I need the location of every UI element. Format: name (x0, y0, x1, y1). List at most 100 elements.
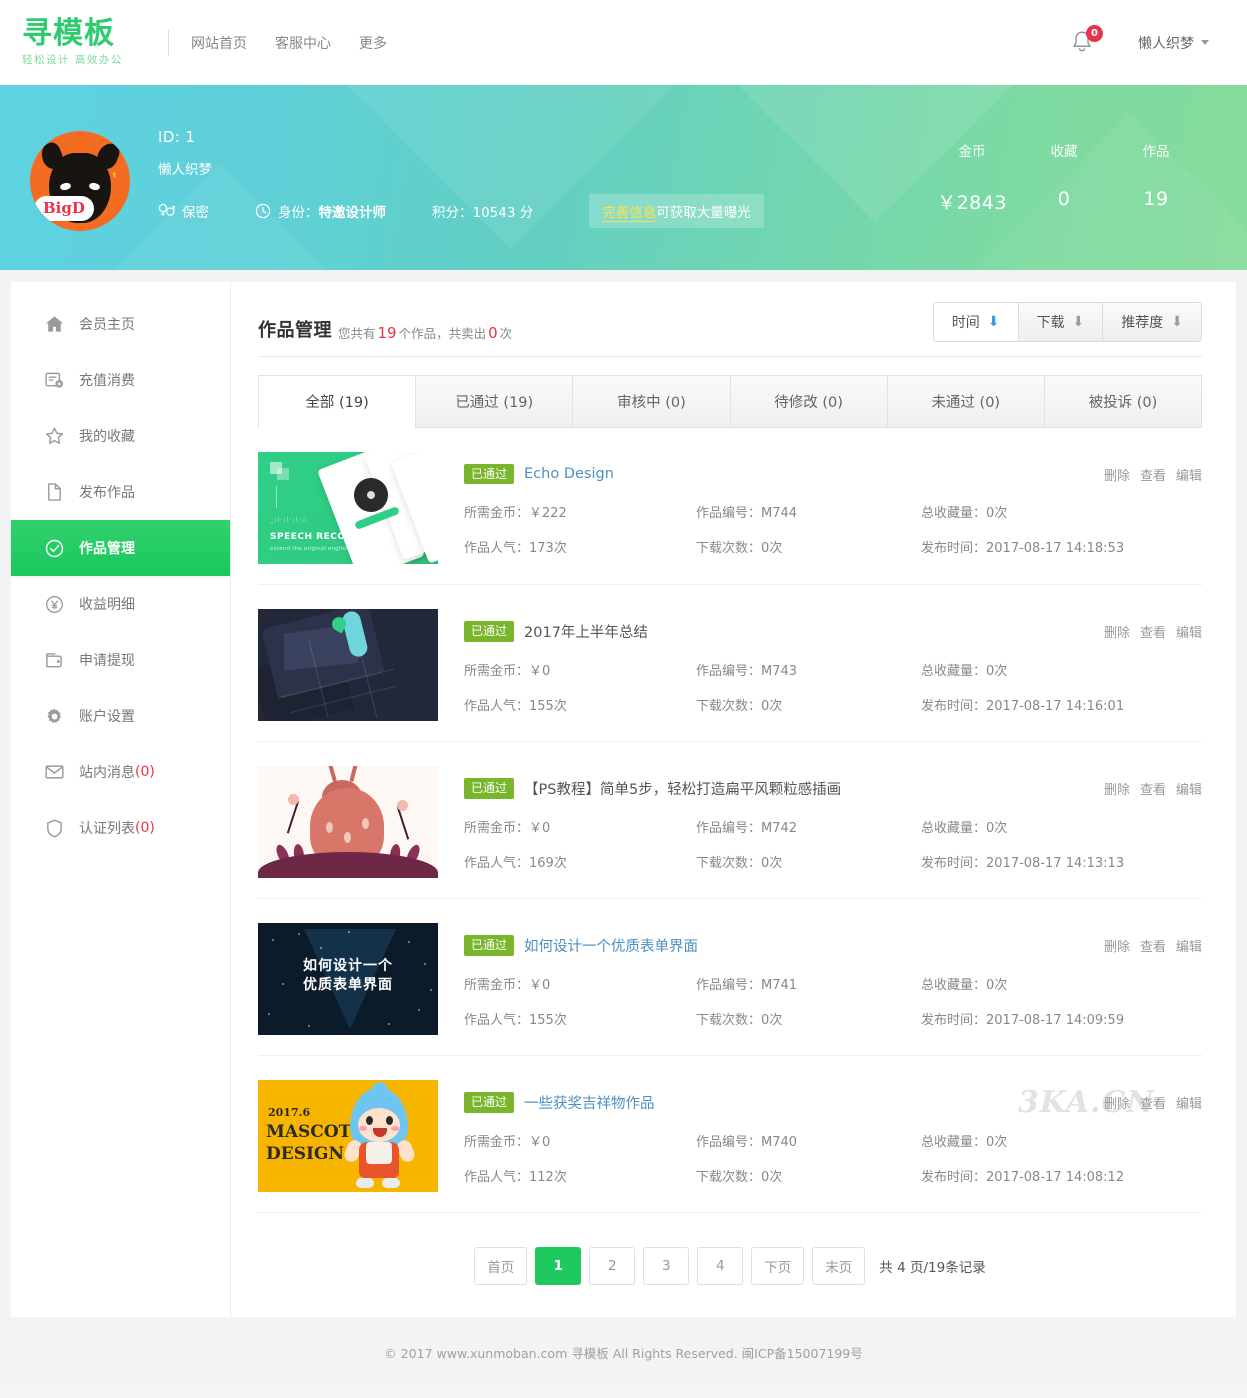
delete-button[interactable]: 删除 (1104, 622, 1130, 641)
work-thumbnail[interactable]: 如何设计一个 优质表单界面 (258, 923, 438, 1035)
stat-coins: 金币 ￥2843 (926, 140, 1018, 215)
sort-by-recommend-button[interactable]: 推荐度 ⬇ (1103, 303, 1201, 341)
sidebar-item-favorites[interactable]: 我的收藏 (11, 408, 230, 464)
sidebar-item-member-home[interactable]: 会员主页 (11, 296, 230, 352)
nav-item-service[interactable]: 客服中心 (275, 33, 331, 53)
table-row: 如何设计一个 优质表单界面 已通过 如何设计一个优质表单界面 删除 查看 编辑 (258, 899, 1202, 1056)
view-button[interactable]: 查看 (1140, 1093, 1166, 1112)
status-badge: 已通过 (464, 778, 515, 799)
shield-icon (41, 819, 67, 838)
status-badge: 已通过 (464, 464, 515, 485)
pagination-page-4[interactable]: 4 (697, 1247, 744, 1285)
gender-icon (158, 203, 175, 218)
nav-item-more[interactable]: 更多 (359, 33, 387, 53)
pagination-page-3[interactable]: 3 (643, 1247, 690, 1285)
sidebar-label: 作品管理 (79, 541, 135, 557)
edit-button[interactable]: 编辑 (1176, 1093, 1202, 1112)
top-right-group: 0 懒人织梦 (1070, 24, 1225, 57)
pagination-next[interactable]: 下页 (751, 1247, 805, 1285)
sidebar-item-works-management[interactable]: 作品管理 (11, 520, 230, 576)
logo-divider (168, 29, 169, 56)
sidebar-item-certification[interactable]: 认证列表 (0) (11, 800, 230, 856)
profile-stats: 金币 ￥2843 收藏 0 作品 19 (926, 140, 1212, 215)
pagination-info: 共 4 页/19条记录 (879, 1260, 986, 1276)
stat-favorites: 收藏 0 (1018, 140, 1110, 215)
edit-button[interactable]: 编辑 (1176, 622, 1202, 641)
arrow-down-icon: ⬇ (987, 314, 1000, 330)
work-title[interactable]: 【PS教程】简单5步，轻松打造扁平风颗粒感插画 (524, 778, 841, 799)
profile-gender-label: 保密 (182, 204, 209, 221)
edit-button[interactable]: 编辑 (1176, 465, 1202, 484)
thumb-year: 2017.6 (268, 1106, 311, 1119)
sidebar-label: 发布作品 (79, 485, 135, 501)
envelope-icon (41, 764, 67, 780)
view-button[interactable]: 查看 (1140, 936, 1166, 955)
main-panel: 作品管理 您共有 19 个作品，共卖出 0 次 时间 ⬇ 下载 ⬇ 推荐度 ⬇ … (231, 282, 1236, 1317)
avatar-bubble-text: BigD (34, 195, 94, 221)
sidebar-item-messages[interactable]: 站内消息 (0) (11, 744, 230, 800)
notification-bell-button[interactable]: 0 (1070, 24, 1103, 57)
avatar[interactable]: ᵗ BigD (30, 130, 130, 231)
sort-by-time-button[interactable]: 时间 ⬇ (933, 303, 1019, 341)
work-favs: 总收藏量：0次 (921, 1135, 1008, 1150)
tab-approved[interactable]: 已通过 (19) (416, 375, 574, 427)
tab-reviewing[interactable]: 审核中 (0) (573, 375, 731, 427)
pagination-page-1[interactable]: 1 (535, 1247, 582, 1285)
profile-id: ID: 1 (158, 127, 196, 146)
stat-works: 作品 19 (1110, 140, 1202, 215)
delete-button[interactable]: 删除 (1104, 779, 1130, 798)
delete-button[interactable]: 删除 (1104, 465, 1130, 484)
edit-button[interactable]: 编辑 (1176, 936, 1202, 955)
sort-recommend-label: 推荐度 (1121, 315, 1164, 331)
profile-banner: ᵗ BigD ID: 1 懒人织梦 保密 身份： 特邀设计师 积分：10543 … (0, 85, 1247, 270)
work-title[interactable]: 一些获奖吉祥物作品 (524, 1092, 655, 1113)
sidebar-item-account-settings[interactable]: 账户设置 (11, 688, 230, 744)
view-button[interactable]: 查看 (1140, 465, 1166, 484)
view-button[interactable]: 查看 (1140, 779, 1166, 798)
work-title[interactable]: 如何设计一个优质表单界面 (524, 935, 698, 956)
delete-button[interactable]: 删除 (1104, 1093, 1130, 1112)
sidebar-item-withdraw[interactable]: 申请提现 (11, 632, 230, 688)
work-title[interactable]: 2017年上半年总结 (524, 621, 648, 642)
work-thumbnail[interactable] (258, 766, 438, 878)
work-code: 作品编号：M742 (696, 821, 798, 836)
sidebar-item-recharge[interactable]: 充值消费 (11, 352, 230, 408)
tab-all[interactable]: 全部 (19) (258, 375, 417, 428)
sidebar-label: 我的收藏 (79, 429, 135, 445)
sort-by-download-button[interactable]: 下载 ⬇ (1018, 303, 1104, 341)
pagination-page-2[interactable]: 2 (589, 1247, 636, 1285)
stat-coins-value: ￥2843 (937, 192, 1007, 214)
tab-rejected[interactable]: 未通过 (0) (887, 375, 1045, 427)
table-row: 已通过 2017年上半年总结 删除 查看 编辑 所需金币：￥0 作品编号：M74… (258, 585, 1202, 742)
page-root: 寻模板 轻松设计 高效办公 网站首页 客服中心 更多 0 懒人织梦 ᵗ BigD… (0, 0, 1247, 1384)
work-thumbnail[interactable] (258, 609, 438, 721)
profile-points: 积分：10543 分 (432, 204, 534, 221)
work-title[interactable]: Echo Design (524, 466, 614, 482)
sidebar-item-earnings[interactable]: 收益明细 (11, 576, 230, 632)
nav-item-home[interactable]: 网站首页 (191, 33, 247, 53)
work-thumbnail[interactable]: 2017.6 MASCOT DESIGN (258, 1080, 438, 1192)
complete-info-banner[interactable]: 完善信息可获取大量曝光 (589, 193, 764, 228)
status-badge: 已通过 (464, 621, 515, 642)
chevron-down-icon (1201, 40, 1209, 45)
pagination-first[interactable]: 首页 (474, 1247, 528, 1285)
sort-time-label: 时间 (951, 315, 980, 331)
pagination-last[interactable]: 末页 (812, 1247, 866, 1285)
sidebar-item-publish[interactable]: 发布作品 (11, 464, 230, 520)
complete-info-link[interactable]: 完善信息 (602, 204, 657, 222)
tab-pending-edit[interactable]: 待修改 (0) (730, 375, 888, 427)
view-button[interactable]: 查看 (1140, 622, 1166, 641)
tab-complained[interactable]: 被投诉 (0) (1044, 375, 1203, 427)
sidebar-label: 会员主页 (79, 317, 135, 333)
user-menu-button[interactable]: 懒人织梦 (1138, 33, 1209, 53)
work-time: 发布时间：2017-08-17 14:13:13 (921, 856, 1125, 871)
work-downloads: 下载次数：0次 (696, 699, 783, 714)
edit-button[interactable]: 编辑 (1176, 779, 1202, 798)
work-downloads: 下载次数：0次 (696, 856, 783, 871)
footer: © 2017 www.xunmoban.com 寻模板 All Rights R… (384, 1346, 863, 1361)
work-views: 作品人气：173次 (464, 541, 567, 557)
work-thumbnail[interactable]: ˳ıl·ıl·ıl·ıl SPEECH RECOGNITION extend t… (258, 452, 438, 564)
delete-button[interactable]: 删除 (1104, 936, 1130, 955)
stat-favorites-value: 0 (1057, 188, 1071, 210)
site-logo[interactable]: 寻模板 轻松设计 高效办公 (22, 18, 142, 68)
